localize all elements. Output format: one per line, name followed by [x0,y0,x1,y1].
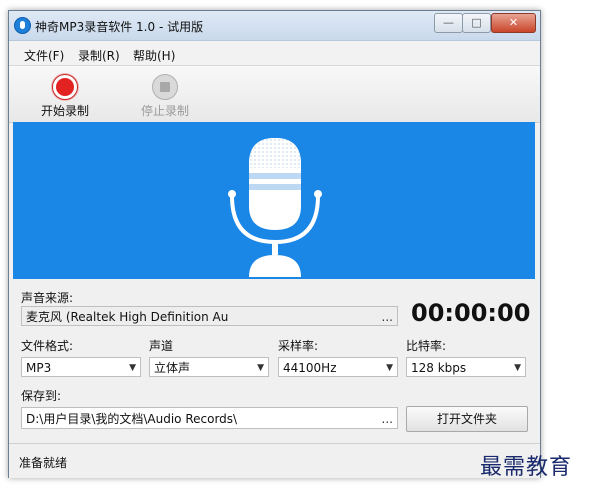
record-icon [52,74,78,100]
source-browse-button[interactable]: ... [382,307,393,325]
menu-bar: 文件(F) 录制(R) 帮助(H) [9,41,540,65]
title-bar[interactable]: 神奇MP3录音软件 1.0 - 试用版 — □ ✕ [9,11,540,41]
stop-icon [152,74,178,100]
app-window: 神奇MP3录音软件 1.0 - 试用版 — □ ✕ 文件(F) 录制(R) 帮助… [8,10,541,478]
window-title: 神奇MP3录音软件 1.0 - 试用版 [35,20,204,34]
sample-rate-label: 采样率: [278,339,319,353]
bitrate-select[interactable]: 128 kbps ▼ [406,357,526,377]
start-record-label: 开始录制 [40,104,89,118]
menu-help[interactable]: 帮助(H) [133,47,175,64]
close-button[interactable]: ✕ [491,13,536,33]
app-icon [14,17,31,34]
bitrate-value: 128 kbps [411,361,467,375]
format-value: MP3 [26,361,52,375]
source-label: 声音来源: [21,291,74,305]
save-path-field[interactable]: D:\用户目录\我的文档\Audio Records\ ... [21,407,398,429]
chevron-down-icon: ▼ [514,363,521,373]
status-text: 准备就绪 [19,456,68,470]
menu-file[interactable]: 文件(F) [24,47,64,64]
stop-record-button[interactable]: 停止录制 [125,68,205,118]
maximize-button[interactable]: □ [462,13,491,33]
channel-label: 声道 [149,339,174,353]
microphone-icon [228,138,322,277]
source-field[interactable]: 麦克风 (Realtek High Definition Au ... [21,306,398,326]
record-timer: 00:00:00 [411,299,531,327]
microphone-banner [13,122,535,279]
save-label: 保存到: [21,389,62,403]
watermark-text: 最需教育 [480,455,573,480]
minimize-button[interactable]: — [434,13,463,33]
format-label: 文件格式: [21,339,74,353]
status-bar: 准备就绪 [9,443,540,478]
source-value: 麦克风 (Realtek High Definition Au [26,310,229,324]
bitrate-label: 比特率: [406,339,447,353]
toolbar: 开始录制 停止录制 [9,65,540,123]
channel-value: 立体声 [154,361,191,375]
stop-record-label: 停止录制 [140,104,189,118]
sample-rate-select[interactable]: 44100Hz ▼ [278,357,398,377]
channel-select[interactable]: 立体声 ▼ [149,357,269,377]
chevron-down-icon: ▼ [386,363,393,373]
chevron-down-icon: ▼ [129,363,136,373]
save-browse-button[interactable]: ... [382,408,393,428]
format-select[interactable]: MP3 ▼ [21,357,141,377]
save-path-value: D:\用户目录\我的文档\Audio Records\ [26,412,238,426]
chevron-down-icon: ▼ [257,363,264,373]
open-folder-button[interactable]: 打开文件夹 [406,406,528,432]
menu-record[interactable]: 录制(R) [78,47,120,64]
start-record-button[interactable]: 开始录制 [25,68,105,118]
sample-rate-value: 44100Hz [283,361,337,375]
